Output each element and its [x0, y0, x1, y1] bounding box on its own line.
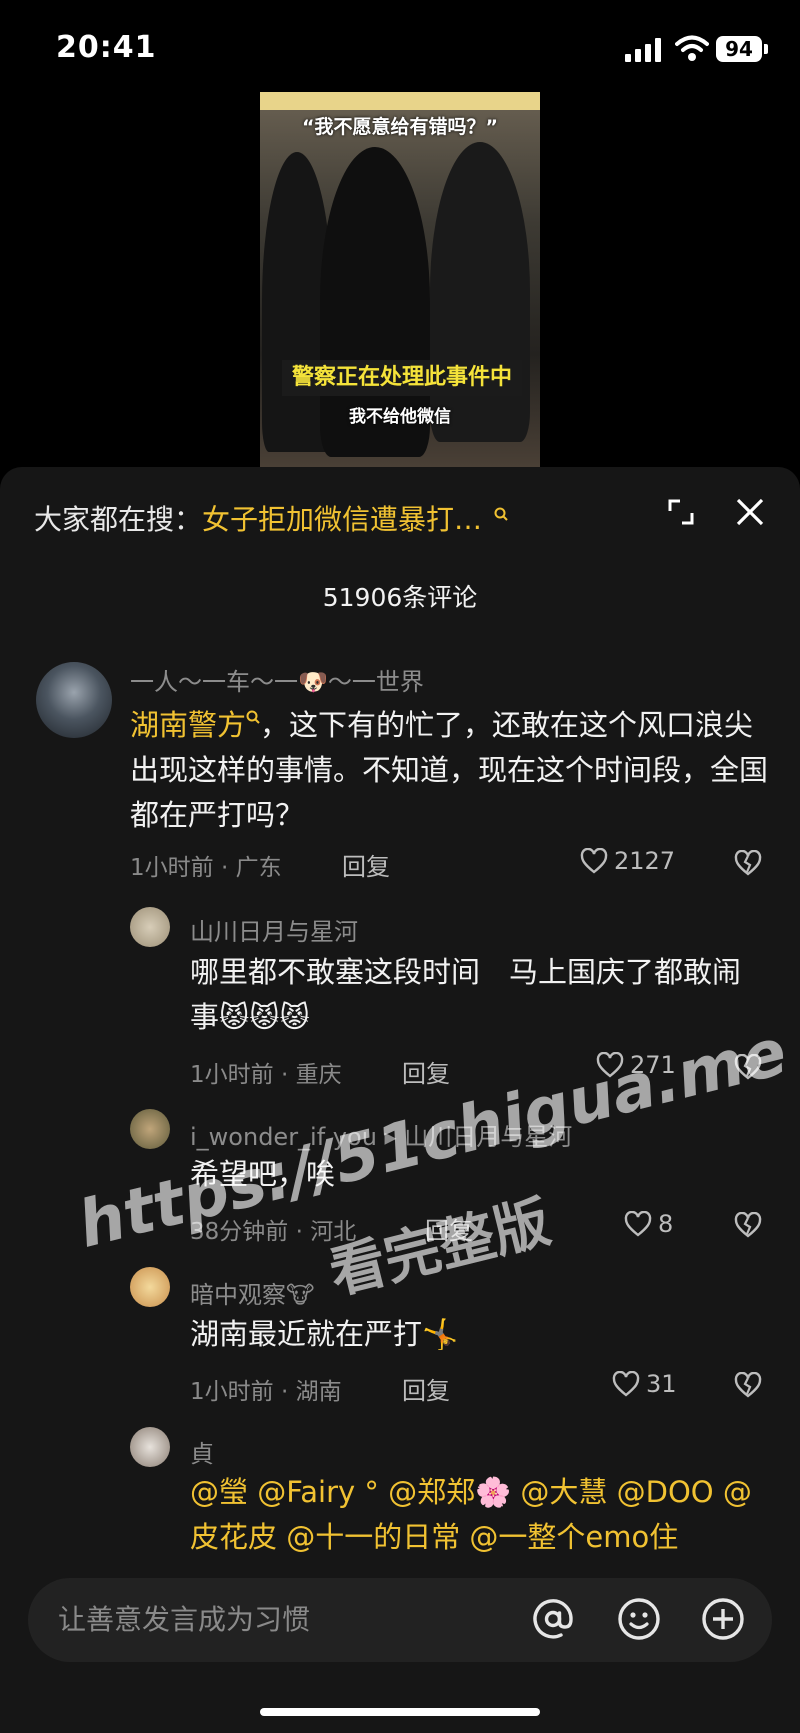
plus-icon[interactable]	[700, 1596, 746, 1642]
heart-icon	[580, 847, 608, 874]
trending-search-term[interactable]: 女子拒加微信遭暴打…	[202, 503, 482, 536]
broken-heart-icon[interactable]	[734, 1212, 762, 1238]
comment-text: 湖南警方 ，这下有的忙了，还敢在这个风口浪尖出现这样的事情。不知道，现在这个时间段…	[130, 703, 770, 838]
broken-heart-icon[interactable]	[734, 850, 762, 876]
expand-icon[interactable]	[666, 497, 696, 527]
like-count: 31	[646, 1370, 677, 1398]
avatar[interactable]	[130, 1427, 170, 1467]
heart-icon	[612, 1370, 640, 1397]
comment-username[interactable]: 貞	[190, 1434, 214, 1469]
comment-meta: 1小时前 · 湖南	[190, 1379, 342, 1405]
comment-meta: 1小时前 · 重庆	[190, 1062, 342, 1088]
status-time: 20:41	[56, 30, 157, 65]
search-icon[interactable]	[494, 507, 508, 521]
like-button[interactable]: 31	[612, 1370, 677, 1398]
reply-button[interactable]: 回复	[402, 1054, 450, 1089]
avatar[interactable]	[130, 1267, 170, 1307]
avatar[interactable]	[130, 1109, 170, 1149]
close-icon[interactable]	[734, 496, 766, 528]
trending-search[interactable]: 大家都在搜：女子拒加微信遭暴打…	[34, 500, 594, 540]
battery-tip	[764, 44, 768, 54]
person-figure	[430, 142, 530, 442]
trending-search-prefix: 大家都在搜：	[34, 503, 203, 536]
comment-username[interactable]: 山川日月与星河	[190, 912, 358, 947]
wifi-icon	[675, 35, 709, 61]
comment-input-bar[interactable]: 让善意发言成为习惯	[28, 1578, 772, 1662]
video-top-band	[260, 92, 540, 110]
status-bar: 20:41 94	[0, 0, 800, 100]
reply-button[interactable]: 回复	[402, 1371, 450, 1406]
comment-username[interactable]: 一人～一车～一🐶～一世界	[130, 662, 424, 697]
battery-level: 94	[716, 36, 762, 62]
comment-meta: 1小时前 · 广东	[130, 855, 282, 881]
video-title: “我不愿意给有错吗？”	[302, 116, 498, 138]
like-button[interactable]: 2127	[580, 847, 675, 875]
video-caption: 警察正在处理此事件中	[282, 360, 522, 396]
at-icon[interactable]	[530, 1596, 576, 1642]
comment-body[interactable]: @瑩 @Fairy ° @郑郑🌸 @大慧 @DOO @皮花皮 @十一的日常 @一…	[190, 1470, 760, 1560]
avatar[interactable]	[130, 907, 170, 947]
like-count: 8	[658, 1210, 674, 1238]
video-preview[interactable]: “我不愿意给有错吗？” 警察正在处理此事件中 我不给他微信	[260, 92, 540, 467]
emoji-icon[interactable]	[616, 1596, 662, 1642]
home-indicator	[260, 1708, 540, 1716]
video-subtitle: 我不给他微信	[349, 407, 451, 427]
comment-body: 湖南最近就在严打🤸	[190, 1317, 459, 1351]
search-icon[interactable]	[246, 709, 260, 725]
comment-username[interactable]: 暗中观察🐮	[190, 1275, 314, 1310]
signal-icon	[625, 38, 665, 62]
comment-input[interactable]: 让善意发言成为习惯	[58, 1598, 310, 1638]
comment-count: 51906条评论	[322, 583, 478, 612]
like-count: 2127	[614, 847, 676, 875]
heart-icon	[624, 1210, 652, 1237]
comment-body: 哪里都不敢塞这段时间 马上国庆了都敢闹事😾😾😾	[190, 955, 742, 1034]
mention-link[interactable]: 湖南警方	[130, 708, 246, 742]
avatar[interactable]	[36, 662, 112, 738]
like-button[interactable]: 8	[624, 1210, 673, 1238]
reply-button[interactable]: 回复	[342, 847, 390, 882]
broken-heart-icon[interactable]	[734, 1372, 762, 1398]
